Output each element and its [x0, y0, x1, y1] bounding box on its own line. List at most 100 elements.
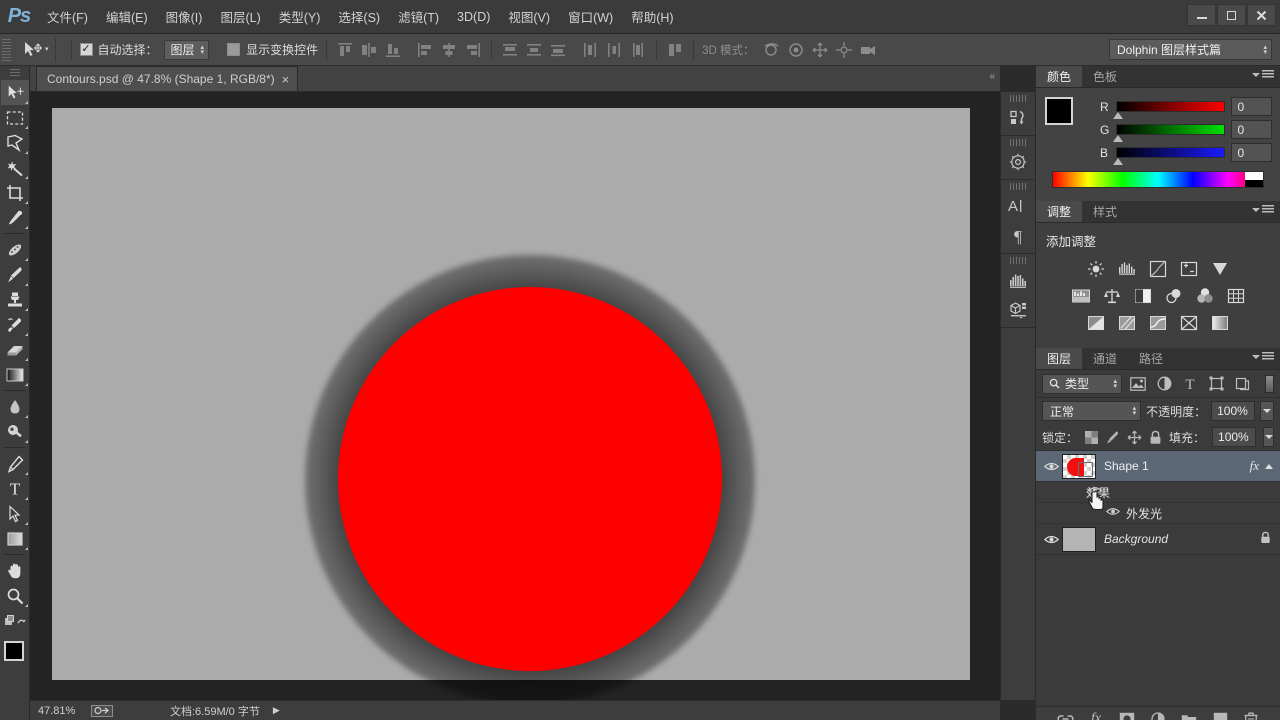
lasso-tool[interactable] [1, 130, 29, 155]
new-group-icon[interactable] [1180, 710, 1198, 720]
layer-effects-group[interactable]: 效果 [1036, 482, 1280, 511]
path-selection-tool[interactable] [1, 501, 29, 526]
blur-tool[interactable] [1, 394, 29, 419]
marquee-tool[interactable] [1, 105, 29, 130]
black-white-icon[interactable] [1131, 286, 1155, 306]
adjustments-panel-menu-button[interactable] [1252, 205, 1274, 214]
exposure-icon[interactable] [1177, 259, 1201, 279]
status-menu-arrow-icon[interactable]: ▶ [273, 705, 280, 716]
color-lookup-icon[interactable] [1224, 286, 1248, 306]
zoom-tool[interactable] [1, 583, 29, 608]
eyedropper-tool[interactable] [1, 205, 29, 230]
layer-thumbnail[interactable] [1062, 453, 1096, 479]
pixel-filter-icon[interactable] [1128, 374, 1148, 394]
layer-visibility-toggle[interactable] [1040, 461, 1062, 472]
close-button[interactable] [1247, 4, 1276, 26]
lock-image-icon[interactable] [1105, 429, 1120, 445]
selective-color-icon[interactable] [1208, 313, 1232, 333]
options-bar-gripper[interactable] [2, 38, 11, 61]
gradient-tool[interactable] [1, 362, 29, 387]
color-panel-menu-button[interactable] [1252, 70, 1274, 79]
zoom-level[interactable]: 47.81% [38, 705, 82, 717]
artboard[interactable] [52, 108, 970, 700]
green-slider-track[interactable] [1112, 124, 1226, 142]
align-horizontal-centers-icon[interactable] [439, 40, 459, 60]
3d-pan-icon[interactable] [810, 40, 830, 60]
vector-mask-thumbnail[interactable] [1078, 461, 1093, 477]
3d-camera-icon[interactable] [858, 40, 878, 60]
distribute-bottom-edges-icon[interactable] [548, 40, 568, 60]
lock-position-icon[interactable] [1127, 429, 1142, 445]
document-tab[interactable]: Contours.psd @ 47.8% (Shape 1, RGB/8*) × [36, 66, 299, 91]
distribute-vertical-centers-icon[interactable] [524, 40, 544, 60]
distribute-top-edges-icon[interactable] [500, 40, 520, 60]
distribute-right-edges-icon[interactable] [628, 40, 648, 60]
white-black-swatches[interactable] [1245, 172, 1263, 187]
new-adjustment-layer-icon[interactable] [1149, 710, 1167, 720]
green-value[interactable]: 0 [1231, 120, 1273, 139]
dock-gripper[interactable] [1010, 95, 1026, 102]
posterize-icon[interactable] [1115, 313, 1139, 333]
curves-icon[interactable] [1146, 259, 1170, 279]
blue-slider-thumb[interactable] [1112, 158, 1123, 165]
layer-fx-indicator[interactable]: fx [1250, 458, 1259, 474]
invert-icon[interactable] [1084, 313, 1108, 333]
edit-toolbar-button[interactable] [1, 608, 29, 633]
auto-select-checkbox[interactable]: ✓ [79, 43, 93, 56]
workspace-switcher[interactable]: Dolphin 图层样式篇 ▴ ▾ [1109, 39, 1272, 60]
pen-tool[interactable] [1, 451, 29, 476]
align-bottom-edges-icon[interactable] [383, 40, 403, 60]
hue-saturation-icon[interactable] [1069, 286, 1093, 306]
white-swatch[interactable] [1245, 172, 1263, 180]
crop-tool[interactable] [1, 180, 29, 205]
layer-filter-type-dropdown[interactable]: 类型 ▴ ▾ [1042, 373, 1122, 394]
character-panel-button[interactable]: A [1001, 191, 1035, 221]
tab-swatches[interactable]: 色板 [1082, 66, 1129, 87]
color-balance-icon[interactable] [1100, 286, 1124, 306]
lock-transparency-icon[interactable] [1085, 429, 1099, 445]
history-panel-button[interactable] [1001, 103, 1035, 133]
gradient-map-icon[interactable] [1177, 313, 1201, 333]
delete-layer-icon[interactable] [1242, 710, 1260, 720]
clone-stamp-tool[interactable] [1, 287, 29, 312]
red-circle-shape[interactable] [338, 287, 722, 671]
green-slider-thumb[interactable] [1112, 135, 1123, 142]
brush-tool[interactable] [1, 262, 29, 287]
distribute-left-edges-icon[interactable] [580, 40, 600, 60]
layer-thumbnail[interactable] [1062, 526, 1096, 552]
document-tab-close-icon[interactable]: × [282, 73, 290, 86]
vibrance-icon[interactable] [1208, 259, 1232, 279]
type-tool[interactable]: T [1, 476, 29, 501]
new-layer-icon[interactable] [1211, 710, 1229, 720]
eraser-tool[interactable] [1, 337, 29, 362]
magic-wand-tool[interactable] [1, 155, 29, 180]
auto-select-target-dropdown[interactable]: 图层 ▴ ▾ [163, 39, 210, 60]
threshold-icon[interactable] [1146, 313, 1170, 333]
tab-channels[interactable]: 通道 [1082, 348, 1129, 369]
adjustment-filter-icon[interactable] [1154, 374, 1174, 394]
effects-expand-triangle-icon[interactable] [1265, 463, 1273, 469]
add-mask-icon[interactable] [1118, 710, 1136, 720]
minimize-button[interactable] [1187, 4, 1216, 26]
distribute-horizontal-centers-icon[interactable] [604, 40, 624, 60]
type-filter-icon[interactable]: T [1180, 374, 1200, 394]
opacity-value[interactable]: 100% [1211, 401, 1256, 421]
layer-name[interactable]: Shape 1 [1104, 459, 1250, 473]
color-panel-foreground-swatch[interactable] [1045, 97, 1073, 125]
layer-list-empty-area[interactable] [1036, 555, 1280, 707]
align-vertical-centers-icon[interactable] [359, 40, 379, 60]
table-row[interactable]: Background [1036, 524, 1280, 555]
align-right-edges-icon[interactable] [463, 40, 483, 60]
menu-select[interactable]: 选择(S) [329, 3, 389, 30]
opacity-dropdown-arrow[interactable] [1260, 401, 1274, 421]
3d-rotate-icon[interactable] [762, 40, 782, 60]
menu-3d[interactable]: 3D(D) [448, 6, 499, 28]
3d-roll-icon[interactable] [786, 40, 806, 60]
lock-all-icon[interactable] [1149, 429, 1162, 445]
blue-value[interactable]: 0 [1231, 143, 1273, 162]
brush-presets-panel-button[interactable] [1001, 147, 1035, 177]
rectangle-shape-tool[interactable] [1, 526, 29, 551]
history-brush-tool[interactable] [1, 312, 29, 337]
align-top-edges-icon[interactable] [335, 40, 355, 60]
3d-panel-button[interactable] [1001, 295, 1035, 325]
